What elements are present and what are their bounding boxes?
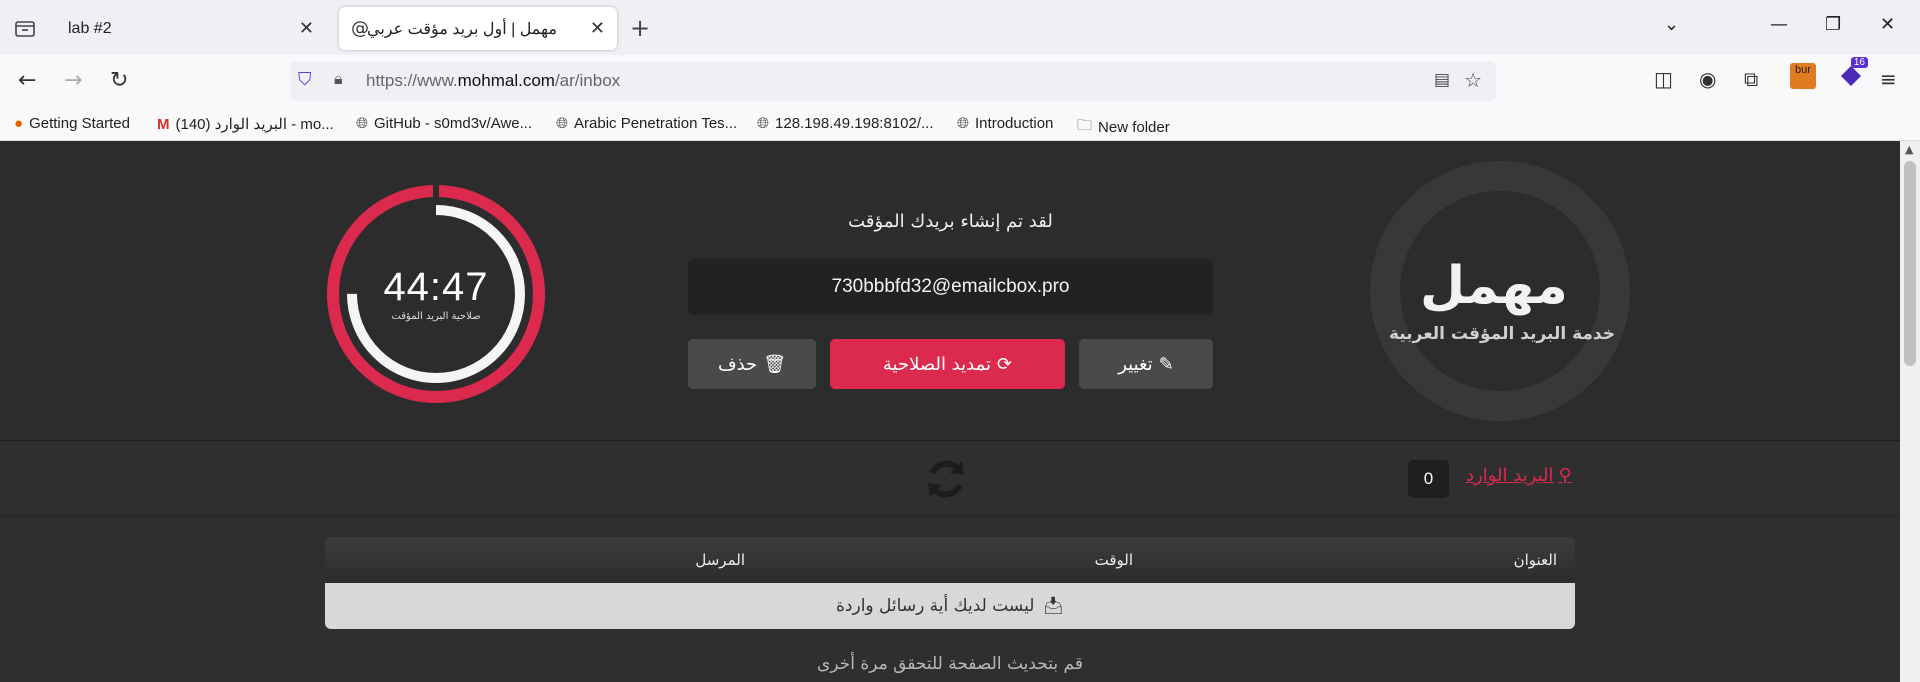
change-button[interactable]: ✎ تغيير (1079, 339, 1213, 389)
delete-button[interactable]: 🗑︎ حذف (688, 339, 816, 389)
globe-icon: 🌐︎ (757, 115, 770, 132)
globe-icon: 🌐︎ (356, 115, 369, 132)
new-tab-icon[interactable]: + (630, 14, 650, 42)
restore-icon[interactable]: ❐ (1825, 14, 1841, 35)
close-window-icon[interactable]: ✕ (1880, 14, 1895, 35)
back-icon[interactable]: ← (18, 68, 36, 93)
page-scrollbar[interactable]: ▲ (1900, 141, 1920, 682)
gmail-icon: M (157, 115, 170, 133)
menu-icon[interactable]: ≡ (1880, 67, 1897, 91)
bookmarks-toolbar: ● Getting Started M البريد الوارد (140) … (0, 109, 1920, 141)
bookmark-arabic-pentest[interactable]: 🌐︎ Arabic Penetration Tes... (556, 115, 737, 132)
inbox-link-label: البريد الوارد (1466, 465, 1554, 486)
bookmark-github[interactable]: 🌐︎ GitHub - s0md3v/Awe... (356, 115, 532, 132)
page-content: مهمل خدمة البريد المؤقت العربية لقد تم إ… (0, 141, 1900, 682)
column-sender: المرسل (695, 551, 745, 569)
navigation-bar: ← → ↻ ⛉ 🔒︎ https://www.mohmal.com/ar/inb… (0, 55, 1920, 109)
tab-list-icon[interactable] (10, 14, 40, 42)
inbox-link[interactable]: ⚲ البريد الوارد (1466, 465, 1572, 486)
globe-icon: 🌐︎ (957, 115, 970, 132)
pencil-icon: ✎ (1158, 353, 1174, 375)
timer-label: صلاحية البريد المؤقت (391, 311, 481, 322)
messages-table: العنوان الوقت المرسل 📥︎ ليست لديك أية رس… (325, 537, 1575, 629)
temp-email-address[interactable]: 730bbbfd32@emailcbox.pro (688, 259, 1213, 315)
created-message: لقد تم إنشاء بريدك المؤقت (848, 211, 1053, 232)
shield-icon[interactable]: ⛉ (298, 69, 312, 90)
trash-icon: 🗑︎ (763, 353, 787, 375)
bookmark-ip[interactable]: 🌐︎ 128.198.49.198:8102/... (757, 115, 934, 132)
change-button-label: تغيير (1118, 353, 1153, 375)
folder-icon: 🗀 (1077, 117, 1093, 134)
column-time: الوقت (1094, 551, 1133, 569)
bookmark-new-folder[interactable]: 🗀 New folder (1077, 115, 1170, 140)
bookmark-getting-started[interactable]: ● Getting Started (14, 115, 130, 132)
refresh-hint: قم بتحديث الصفحة للتحقق مرة أخرى (817, 654, 1083, 674)
firefox-icon: ● (14, 115, 24, 132)
extend-button[interactable]: ⟳ تمديد الصلاحية (830, 339, 1065, 389)
tab-lab2[interactable]: lab #2 ✕ (54, 7, 326, 50)
inbox-tray-icon: 📥︎ (1042, 596, 1064, 616)
inbox-count-badge: 0 (1408, 460, 1449, 498)
refresh-icon[interactable] (922, 455, 970, 503)
url-text[interactable]: https://www.mohmal.com/ar/inbox (366, 71, 620, 91)
empty-message: ليست لديك أية رسائل واردة (836, 596, 1035, 616)
scroll-up-icon[interactable]: ▲ (1905, 143, 1913, 156)
empty-inbox-row: 📥︎ ليست لديك أية رسائل واردة (325, 583, 1575, 629)
account-icon[interactable]: ◉ (1699, 67, 1716, 91)
header-section: مهمل خدمة البريد المؤقت العربية لقد تم إ… (0, 141, 1900, 441)
extend-button-label: تمديد الصلاحية (882, 353, 991, 375)
pocket-icon[interactable]: ◫ (1654, 67, 1673, 91)
extensions-icon[interactable]: ⧉ (1744, 67, 1758, 91)
delete-button-label: حذف (717, 353, 758, 375)
close-tab-icon[interactable]: ✕ (299, 18, 314, 39)
forward-icon[interactable]: → (64, 68, 82, 93)
bookmark-star-icon[interactable]: ☆ (1464, 68, 1482, 92)
inbox-bar: ⚲ البريد الوارد 0 (0, 441, 1900, 517)
close-tab-icon[interactable]: ✕ (590, 18, 605, 39)
extension-icon[interactable]: 16 (1838, 57, 1868, 89)
extension-badge: 16 (1850, 57, 1868, 68)
search-icon: ⚲ (1558, 465, 1572, 486)
tab-title: مهمل | أول بريد مؤقت عربي (367, 20, 557, 38)
reload-icon[interactable]: ↻ (110, 68, 128, 93)
bookmark-gmail[interactable]: M البريد الوارد (140) - mo... (157, 115, 334, 134)
bookmark-introduction[interactable]: 🌐︎ Introduction (957, 115, 1053, 132)
tab-title: lab #2 (68, 19, 112, 37)
burp-extension-icon[interactable]: bur (1790, 63, 1816, 89)
tab-bar: lab #2 ✕ @ مهمل | أول بريد مؤقت عربي ✕ +… (0, 0, 1920, 55)
reader-view-icon[interactable]: ▤ (1434, 70, 1450, 90)
tab-mohmal[interactable]: @ مهمل | أول بريد مؤقت عربي ✕ (339, 7, 617, 50)
scrollbar-thumb[interactable] (1904, 161, 1916, 366)
globe-icon: 🌐︎ (556, 115, 569, 132)
chevron-down-icon[interactable]: ⌄ (1664, 14, 1679, 35)
refresh-icon: ⟳ (997, 353, 1013, 375)
lock-icon[interactable]: 🔒︎ (334, 69, 343, 89)
site-logo[interactable]: مهمل (1420, 256, 1568, 316)
timer-value: 44:47 (383, 265, 489, 309)
table-header: العنوان الوقت المرسل (325, 537, 1575, 583)
site-tagline: خدمة البريد المؤقت العربية (1389, 324, 1615, 344)
address-bar[interactable]: ⛉ 🔒︎ https://www.mohmal.com/ar/inbox ▤ ☆ (290, 61, 1496, 101)
column-subject: العنوان (1513, 551, 1557, 569)
minimize-icon[interactable]: — (1770, 14, 1788, 35)
